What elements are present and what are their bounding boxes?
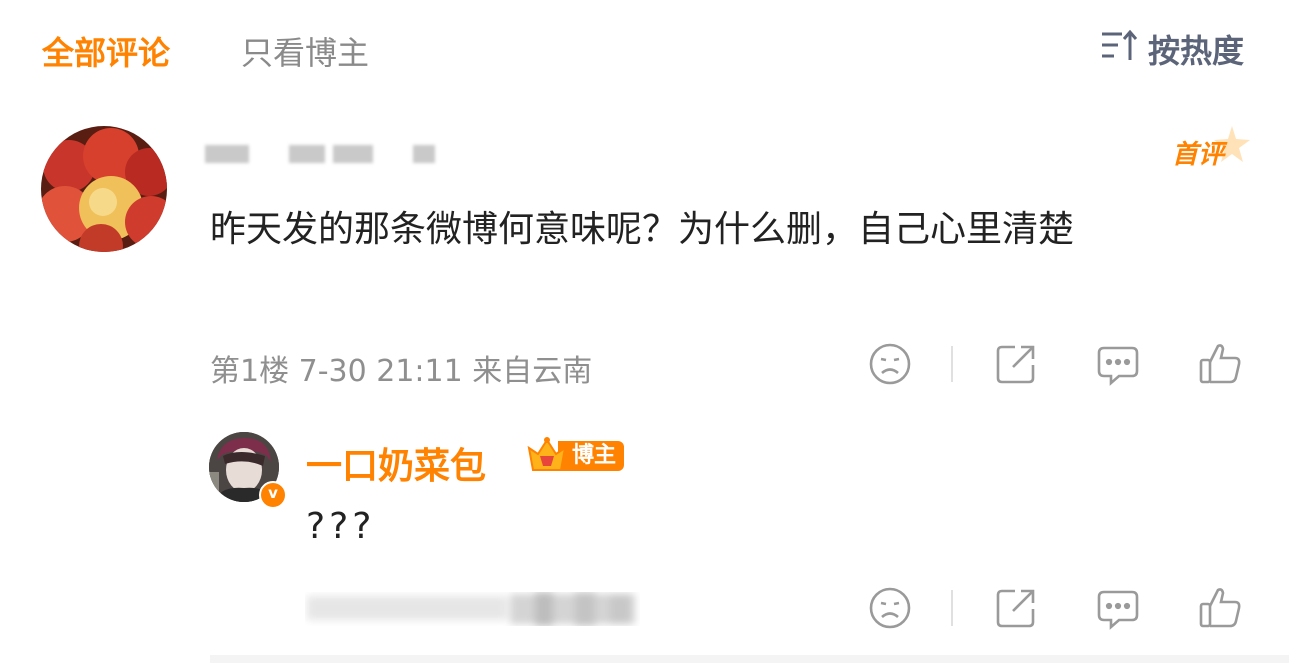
like-icon[interactable] bbox=[1197, 584, 1243, 630]
bottom-divider bbox=[210, 655, 1289, 663]
like-icon[interactable] bbox=[1197, 340, 1243, 386]
share-icon[interactable] bbox=[993, 341, 1039, 387]
sad-face-icon[interactable] bbox=[867, 585, 913, 631]
first-comment-badge: 首评 bbox=[1172, 140, 1225, 170]
reply-text: ??? bbox=[306, 506, 376, 547]
commenter-username-redacted[interactable] bbox=[205, 143, 455, 165]
comment-icon[interactable] bbox=[1095, 341, 1141, 387]
action-divider bbox=[951, 346, 953, 382]
tab-all-comments[interactable]: 全部评论 bbox=[42, 28, 170, 74]
comment-meta: 第1楼 7-30 21:11 来自云南 bbox=[210, 354, 593, 389]
sort-label: 按热度 bbox=[1147, 32, 1244, 70]
commenter-avatar[interactable] bbox=[41, 126, 167, 252]
share-icon[interactable] bbox=[993, 585, 1039, 631]
action-divider bbox=[951, 590, 953, 626]
sort-icon bbox=[1100, 28, 1138, 70]
crown-icon bbox=[524, 432, 570, 478]
sort-by-hot-button[interactable]: 按热度 bbox=[1100, 26, 1244, 72]
comment-text: 昨天发的那条微博何意味呢？为什么删，自己心里清楚 bbox=[210, 209, 1075, 250]
tab-blogger-only[interactable]: 只看博主 bbox=[241, 28, 369, 74]
verified-badge-icon: v bbox=[259, 481, 287, 509]
blogger-username[interactable]: 一口奶菜包 bbox=[306, 437, 486, 489]
reply-meta-redacted bbox=[305, 592, 640, 626]
sad-face-icon[interactable] bbox=[867, 341, 913, 387]
comment-icon[interactable] bbox=[1095, 585, 1141, 631]
